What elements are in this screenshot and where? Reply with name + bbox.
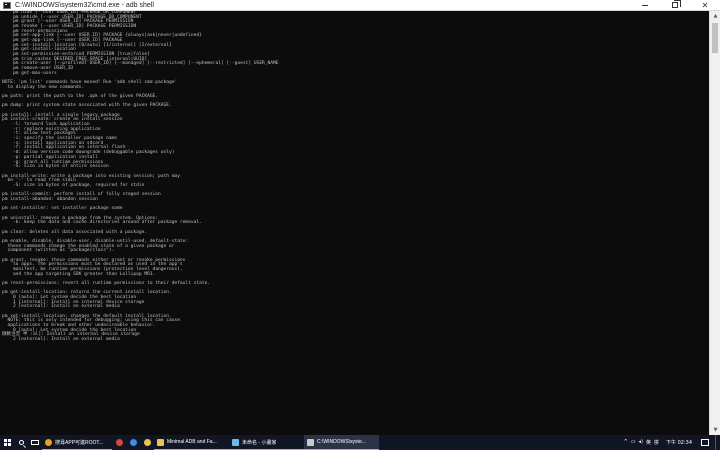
minimize-button[interactable]: [630, 0, 660, 11]
console-output[interactable]: pm hide [--user USER_ID] PACKAGE_OR_COMP…: [0, 11, 709, 435]
console-text: pm hide [--user USER_ID] PACKAGE_OR_COMP…: [2, 11, 709, 343]
cmd-icon: [3, 1, 11, 9]
search-button[interactable]: [14, 435, 28, 450]
taskbar-app-button[interactable]: 搜尋APP可進ROOT...: [42, 435, 112, 450]
window-title: C:\WINDOWS\system32\cmd.exe - adb shell: [15, 1, 154, 9]
taskbar-app-label: Minimal ADB and Fa...: [167, 439, 217, 445]
scroll-down-button[interactable]: ▼: [710, 425, 720, 435]
title-bar[interactable]: C:\WINDOWS\system32\cmd.exe - adb shell …: [0, 0, 720, 11]
scroll-up-button[interactable]: ▲: [710, 11, 720, 21]
input-language-indicator[interactable]: 英: [646, 439, 651, 446]
folder-icon: [157, 438, 164, 446]
taskbar-app-button[interactable]: 未命名 - 小畫家: [229, 435, 304, 450]
chrome-alt-icon: [115, 439, 123, 446]
taskbar-pinned-app[interactable]: [140, 435, 154, 450]
taskbar-app-button[interactable]: Minimal ADB and Fa...: [154, 435, 229, 450]
window-controls: ✕: [630, 0, 720, 11]
input-method-icon[interactable]: 拼: [654, 439, 659, 446]
taskbar-app-button[interactable]: C:\WINDOWS\syste...: [304, 435, 379, 450]
volume-icon[interactable]: ◂): [639, 435, 643, 450]
taskbar: 搜尋APP可進ROOT... Minimal ADB and Fa... 未命名 -…: [0, 435, 720, 450]
edge-icon: [129, 439, 137, 446]
chrome-icon: [45, 438, 52, 446]
taskbar-pinned-app[interactable]: [112, 435, 126, 450]
taskbar-pinned-app[interactable]: [126, 435, 140, 450]
system-tray: ^ ▭ ◂) 英 拼 下午 02:34: [624, 435, 720, 450]
action-center-icon[interactable]: [701, 439, 709, 446]
paint-icon: [232, 438, 239, 446]
taskbar-app-label: 搜尋APP可進ROOT...: [55, 439, 104, 446]
explorer-icon: [143, 439, 151, 446]
maximize-button[interactable]: [660, 0, 690, 11]
cmd-icon: [307, 438, 314, 446]
search-icon: [18, 440, 24, 445]
network-icon[interactable]: ▭: [631, 435, 636, 450]
taskbar-app-label: 未命名 - 小畫家: [242, 439, 277, 446]
scroll-down-icon: ▼: [713, 427, 718, 433]
task-view-icon: [31, 440, 39, 445]
taskbar-app-label: C:\WINDOWS\syste...: [317, 439, 366, 445]
restore-icon: [672, 0, 681, 8]
scroll-thumb[interactable]: [712, 23, 718, 53]
minimize-icon: [642, 4, 648, 6]
close-icon: ✕: [701, 0, 709, 10]
start-button[interactable]: [0, 435, 14, 450]
windows-logo-icon: [3, 439, 11, 446]
taskbar-clock[interactable]: 下午 02:34: [666, 439, 692, 446]
taskbar-apps: 搜尋APP可進ROOT... Minimal ADB and Fa... 未命名 -…: [42, 435, 379, 450]
tray-overflow-icon[interactable]: ^: [624, 435, 628, 450]
close-button[interactable]: ✕: [690, 0, 720, 11]
show-desktop-button[interactable]: [715, 435, 718, 450]
scroll-up-icon: ▲: [713, 13, 718, 19]
vertical-scrollbar[interactable]: ▲ ▼: [709, 11, 720, 435]
console-line: 2 [external]: Install on external media: [2, 337, 120, 343]
task-view-button[interactable]: [28, 435, 42, 450]
